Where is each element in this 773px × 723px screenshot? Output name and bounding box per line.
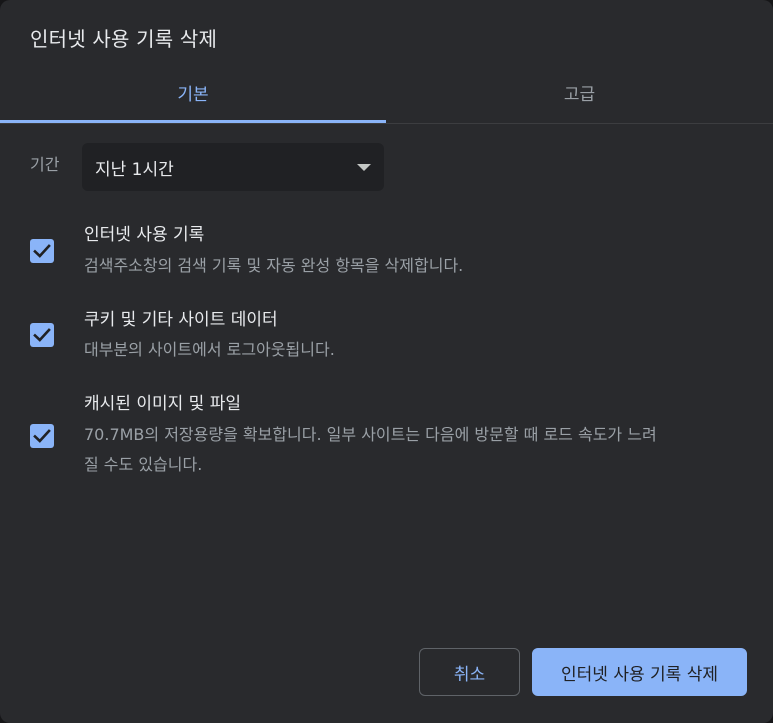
check-icon	[33, 244, 51, 258]
dropdown-arrow-icon	[357, 164, 371, 171]
cache-description-line2: 질 수도 있습니다.	[84, 455, 203, 474]
cache-checkbox[interactable]	[30, 424, 54, 448]
browsing-history-checkbox[interactable]	[30, 239, 54, 263]
check-icon	[33, 328, 51, 342]
dialog-title: 인터넷 사용 기록 삭제	[30, 27, 218, 51]
cookies-description: 대부분의 사이트에서 로그아웃됩니다.	[84, 340, 335, 359]
clear-data-button[interactable]: 인터넷 사용 기록 삭제	[532, 648, 747, 696]
browsing-history-title: 인터넷 사용 기록	[84, 225, 205, 245]
clear-browsing-data-dialog: 인터넷 사용 기록 삭제 기본 고급 기간 지난 1시간 인터넷 사용 기록 검…	[0, 0, 773, 723]
cookies-checkbox[interactable]	[30, 323, 54, 347]
check-icon	[33, 429, 51, 443]
period-select[interactable]: 지난 1시간	[82, 143, 384, 191]
cache-title: 캐시된 이미지 및 파일	[84, 394, 241, 414]
browsing-history-description: 검색주소창의 검색 기록 및 자동 완성 항목을 삭제합니다.	[84, 256, 464, 275]
cookies-title: 쿠키 및 기타 사이트 데이터	[84, 310, 278, 330]
cache-description-line1: 70.7MB의 저장용량을 확보합니다. 일부 사이트는 다음에 방문할 때 로…	[84, 425, 657, 444]
cancel-button[interactable]: 취소	[419, 648, 520, 696]
tab-basic[interactable]: 기본	[0, 62, 386, 123]
period-label: 기간	[30, 155, 60, 174]
period-select-value: 지난 1시간	[95, 159, 174, 180]
tab-selected-indicator	[0, 120, 386, 123]
tab-bar: 기본 고급	[0, 62, 773, 124]
tab-advanced[interactable]: 고급	[386, 62, 773, 123]
